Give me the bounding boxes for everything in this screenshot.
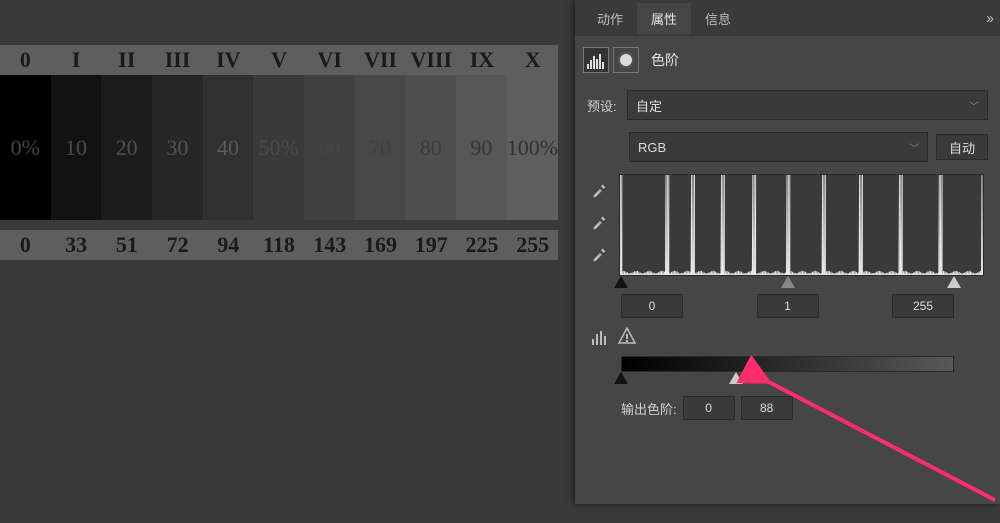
shadow-input[interactable] <box>621 294 683 318</box>
swatch-value: 94 <box>203 230 254 260</box>
output-gradient[interactable] <box>621 356 954 372</box>
tab-properties[interactable]: 属性 <box>637 3 691 34</box>
highlight-input[interactable] <box>892 294 954 318</box>
swatch-cell: 50% <box>253 75 304 220</box>
swatch-value: 169 <box>355 230 406 260</box>
swatch-header: IV <box>203 45 254 75</box>
preset-value: 自定 <box>636 96 662 115</box>
swatch-header: II <box>101 45 152 75</box>
output-high-slider[interactable] <box>729 372 743 384</box>
swatch-value: 33 <box>51 230 102 260</box>
shadow-slider[interactable] <box>614 276 628 288</box>
eyedropper-column <box>591 180 609 276</box>
channel-row: RGB ﹀ 自动 <box>575 126 1000 168</box>
swatch-header: VII <box>355 45 406 75</box>
canvas-area: 0IIIIIIIVVVIVIIVIIIIXX 0%1020304050%6070… <box>0 0 575 504</box>
eyedropper-white-icon[interactable] <box>591 244 609 262</box>
swatch-value: 197 <box>406 230 457 260</box>
output-low-slider[interactable] <box>614 372 628 384</box>
swatch-value: 143 <box>304 230 355 260</box>
swatch-value: 0 <box>0 230 51 260</box>
chevron-down-icon: ﹀ <box>969 98 979 113</box>
layer-mask-icon <box>613 47 639 73</box>
properties-panel: 动作 属性 信息 ›› 色阶 预设: 自定 ﹀ RGB ﹀ 自动 <box>575 0 1000 504</box>
channel-value: RGB <box>638 140 666 155</box>
swatch-header: IX <box>457 45 508 75</box>
adjustment-title: 色阶 <box>651 50 679 70</box>
output-levels-row: 输出色阶: <box>575 386 1000 430</box>
input-levels-row <box>575 290 1000 322</box>
swatch-header: X <box>507 45 558 75</box>
swatch-cell: 20 <box>101 75 152 220</box>
warning-icon <box>617 326 637 346</box>
histogram[interactable] <box>619 174 984 276</box>
input-slider-track[interactable] <box>621 276 954 290</box>
output-label: 输出色阶: <box>621 399 677 418</box>
swatch-header: I <box>51 45 102 75</box>
histogram-small-icon <box>591 326 611 346</box>
eyedropper-gray-icon[interactable] <box>591 212 609 230</box>
tab-actions[interactable]: 动作 <box>583 3 637 34</box>
preset-select[interactable]: 自定 ﹀ <box>627 90 988 120</box>
panel-collapse-icon[interactable]: ›› <box>986 10 992 27</box>
histogram-area <box>591 174 984 276</box>
eyedropper-black-icon[interactable] <box>591 180 609 198</box>
swatch-cell: 80 <box>405 75 456 220</box>
panel-tabbar: 动作 属性 信息 ›› <box>575 0 1000 36</box>
gamma-input[interactable] <box>757 294 819 318</box>
adjustment-title-row: 色阶 <box>575 36 1000 84</box>
highlight-slider[interactable] <box>947 276 961 288</box>
chevron-down-icon: ﹀ <box>909 140 919 155</box>
levels-icon <box>583 47 609 73</box>
swatch-header: VIII <box>406 45 457 75</box>
swatch-cell: 100% <box>507 75 558 220</box>
swatch-cell: 0% <box>0 75 51 220</box>
auto-button[interactable]: 自动 <box>936 134 988 160</box>
output-gradient-wrap <box>621 356 954 386</box>
swatch-value: 225 <box>457 230 508 260</box>
output-high-input[interactable] <box>741 396 793 420</box>
swatch-header: III <box>152 45 203 75</box>
swatch-cell: 60 <box>304 75 355 220</box>
swatch-value: 72 <box>152 230 203 260</box>
swatch-cell: 30 <box>152 75 203 220</box>
swatch-value: 255 <box>507 230 558 260</box>
swatch-cell: 40 <box>203 75 254 220</box>
channel-select[interactable]: RGB ﹀ <box>629 132 928 162</box>
midtone-slider[interactable] <box>781 276 795 288</box>
swatch-header: V <box>254 45 305 75</box>
tab-info[interactable]: 信息 <box>691 3 745 34</box>
swatch-value: 51 <box>101 230 152 260</box>
swatch-cell: 90 <box>456 75 507 220</box>
swatch-value: 118 <box>254 230 305 260</box>
swatch-header: 0 <box>0 45 51 75</box>
clip-warning-row <box>575 322 1000 350</box>
preset-row: 预设: 自定 ﹀ <box>575 84 1000 126</box>
swatch-header: VI <box>304 45 355 75</box>
preset-label: 预设: <box>587 96 627 115</box>
swatch-cell: 70 <box>355 75 406 220</box>
output-low-input[interactable] <box>683 396 735 420</box>
swatch-cell: 10 <box>51 75 102 220</box>
swatch-grid: 0IIIIIIIVVVIVIIVIIIIXX 0%1020304050%6070… <box>0 45 558 260</box>
